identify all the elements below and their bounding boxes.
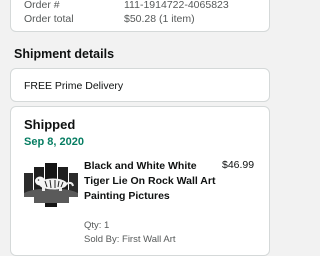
delivery-type-text: FREE Prime Delivery [24,80,124,92]
order-total-label: Order total [24,13,74,25]
product-seller: Sold By: First Wall Art [84,234,176,245]
order-total-value: $50.28 (1 item) [124,13,195,25]
order-total-row: Order total $50.28 (1 item) [24,13,264,25]
order-number-row: Order # 111-1914722-4065823 [24,0,264,11]
product-title-link[interactable]: Black and White White Tiger Lie On Rock … [84,159,219,204]
tiger-wall-art-icon [23,157,79,213]
order-number-label: Order # [24,0,60,11]
shipment-details-heading: Shipment details [14,47,115,61]
shipment-date: Sep 8, 2020 [24,136,84,148]
shipment-card[interactable]: Shipped Sep 8, 2020 Black and White Whit… [10,106,270,256]
product-quantity: Qty: 1 [84,220,110,231]
product-thumbnail[interactable] [23,157,79,213]
order-number-value: 111-1914722-4065823 [124,0,229,11]
delivery-type-card: FREE Prime Delivery [10,68,270,102]
product-price: $46.99 [222,159,255,171]
order-summary-card: Order # 111-1914722-4065823 Order total … [10,0,270,32]
shipment-status: Shipped [24,117,76,132]
